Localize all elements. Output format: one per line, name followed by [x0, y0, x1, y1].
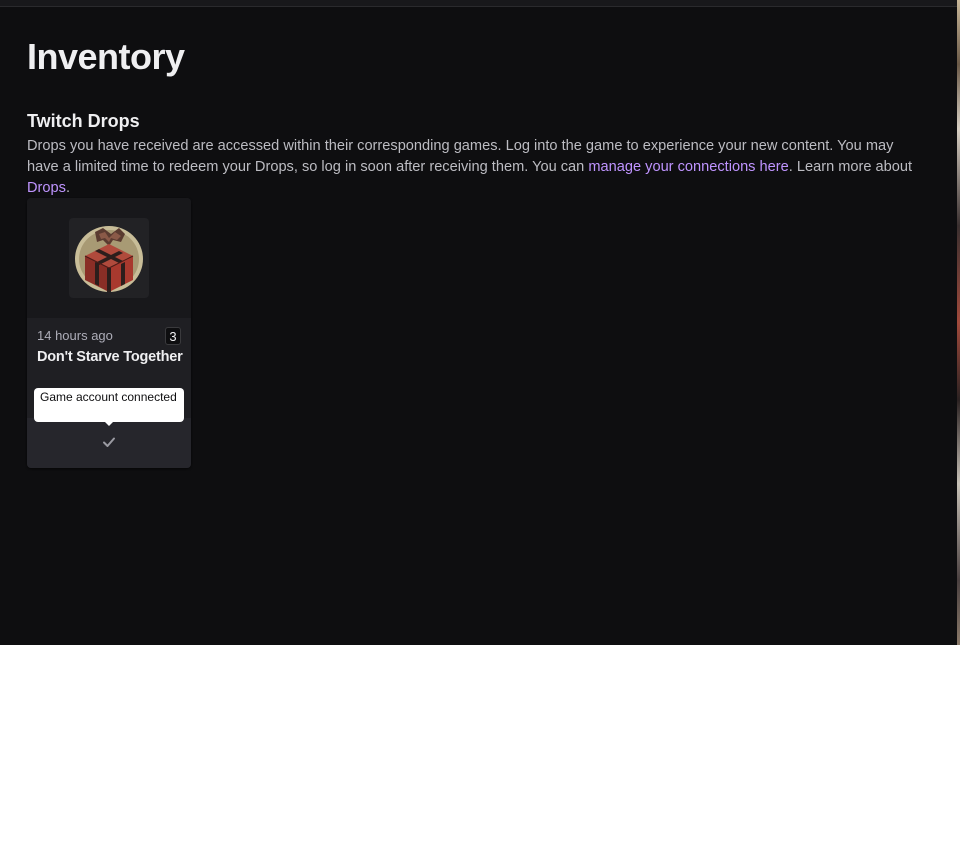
drop-timestamp: 14 hours ago: [37, 328, 113, 343]
section-title: Twitch Drops: [27, 111, 140, 131]
drop-count-badge: 3: [165, 327, 181, 345]
description-text: . Learn more about: [788, 159, 913, 175]
tooltip-text: Game account connected: [40, 390, 177, 404]
gift-box-icon: [69, 218, 149, 298]
drop-image-area: [27, 198, 191, 318]
top-nav-bar: [0, 0, 957, 7]
game-name: Don't Starve Together: [37, 349, 183, 365]
page-title: Inventory: [27, 36, 185, 77]
inventory-page: Inventory Twitch Drops Drops you have re…: [0, 0, 957, 645]
drops-description: Drops you have received are accessed wit…: [27, 136, 927, 199]
drop-card: 14 hours ago 3 Don't Starve Together: [27, 198, 191, 468]
learn-drops-link[interactable]: Drops: [27, 180, 66, 196]
manage-connections-link[interactable]: manage your connections here: [588, 159, 788, 175]
description-text: .: [65, 180, 70, 196]
check-icon: [103, 437, 115, 447]
tooltip-arrow: [104, 421, 114, 426]
connection-tooltip: Game account connected: [34, 388, 184, 426]
